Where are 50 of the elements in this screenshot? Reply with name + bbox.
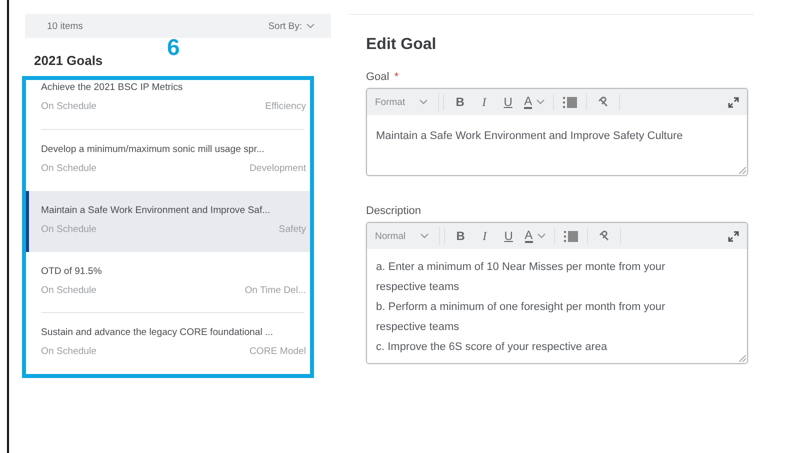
caret-icon xyxy=(536,99,546,105)
chevron-down-icon xyxy=(306,23,315,29)
field-label: Description xyxy=(366,205,422,217)
rich-text-field[interactable]: Format B I U A Maintain a Safe Work Environment and Improve Safety Culture xyxy=(366,88,748,176)
goal-status: On Schedule xyxy=(41,101,96,112)
goal-category: On Time Del... xyxy=(244,285,306,296)
text-line: c. Improve the 6S score of your respective area xyxy=(376,340,608,355)
required-marker: * xyxy=(394,71,399,83)
sort-dropdown[interactable]: Sort By: xyxy=(268,20,315,32)
format-dropdown[interactable]: Format xyxy=(375,93,440,111)
list-icon xyxy=(563,96,578,108)
selection-bar xyxy=(26,191,29,252)
caret-icon xyxy=(536,233,546,239)
expand-icon[interactable] xyxy=(728,230,739,242)
goal-item[interactable]: Maintain a Safe Work Environment and Improve Saf... On Schedule Safety xyxy=(26,191,310,252)
resize-grip-icon xyxy=(739,355,746,362)
goal-title: Maintain a Safe Work Environment and Improve Saf... xyxy=(41,205,270,216)
rich-text-field[interactable] xyxy=(366,222,748,364)
goal-category: CORE Model xyxy=(249,346,306,357)
bold-button[interactable]: B xyxy=(448,92,472,112)
chevron-down-icon xyxy=(419,99,428,105)
item-count: 10 items xyxy=(47,20,83,32)
goal-status: On Schedule xyxy=(41,285,96,296)
list-title: 2021 Goals xyxy=(34,53,103,68)
editor-title: Edit Goal xyxy=(366,36,438,54)
goal-status: On Schedule xyxy=(41,163,96,174)
field-label: Goal xyxy=(366,71,390,83)
text-color-button[interactable]: A xyxy=(520,92,550,112)
goal-status: On Schedule xyxy=(41,224,96,235)
text-color-button[interactable]: A xyxy=(520,226,550,246)
goal-status: On Schedule xyxy=(41,346,96,357)
goal-category: Safety xyxy=(278,224,306,235)
list-icon xyxy=(564,230,578,242)
goal-title: OTD of 91.5% xyxy=(41,266,102,277)
underline-button[interactable]: U xyxy=(496,226,521,246)
text-line: Maintain a Safe Work Environment and Improve Safety Culture xyxy=(376,129,684,143)
chevron-down-icon xyxy=(420,233,429,239)
goal-category: Efficiency xyxy=(265,101,306,112)
italic-button[interactable]: I xyxy=(472,92,496,112)
goal-title: Sustain and advance the legacy CORE foundational ... xyxy=(41,327,273,338)
goal-category: Development xyxy=(249,163,306,174)
underline-button[interactable]: U xyxy=(496,92,520,112)
bold-button[interactable]: B xyxy=(448,226,473,246)
annotation-number: 6 xyxy=(167,34,180,61)
expand-icon[interactable] xyxy=(728,96,739,108)
format-dropdown[interactable]: Normal xyxy=(375,227,440,245)
resize-grip-icon xyxy=(739,167,746,174)
goal-title: Achieve the 2021 BSC IP Metrics xyxy=(41,82,183,93)
italic-button[interactable]: I xyxy=(472,226,497,246)
goal-title: Develop a minimum/maximum sonic mill usage spr... xyxy=(41,144,264,155)
